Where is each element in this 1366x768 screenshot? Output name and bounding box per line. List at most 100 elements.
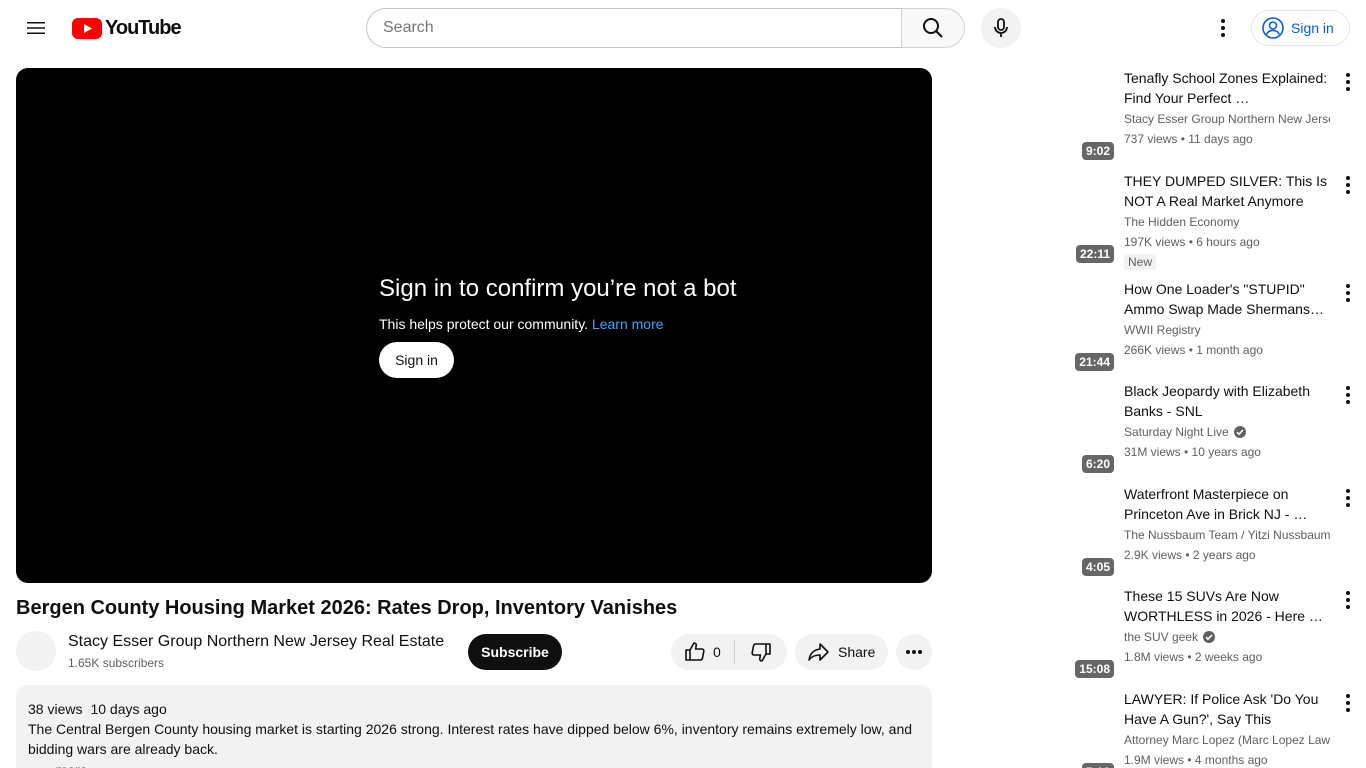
video-thumbnail[interactable]: 21:44	[1060, 279, 1116, 373]
video-details: Tenafly School Zones Explained: Find You…	[1124, 68, 1330, 149]
video-thumbnail[interactable]: 22:11	[1060, 171, 1116, 265]
video-title-link[interactable]: Tenafly School Zones Explained: Find You…	[1124, 68, 1330, 108]
description-box[interactable]: 38 views 10 days ago The Central Bergen C…	[16, 685, 932, 768]
learn-more-link[interactable]: Learn more	[592, 316, 664, 332]
channel-name-text: WWII Registry	[1124, 323, 1201, 337]
share-button[interactable]: Share	[795, 634, 888, 670]
video-thumbnail[interactable]: 7:18	[1060, 689, 1116, 768]
like-button[interactable]: 0	[671, 634, 734, 670]
channel-avatar[interactable]	[16, 631, 56, 671]
channel-name-text: Saturday Night Live	[1124, 425, 1229, 439]
video-action-menu-button[interactable]	[1336, 588, 1360, 612]
account-icon	[1262, 17, 1284, 39]
logo-text: YouTube	[105, 16, 182, 39]
video-thumbnail[interactable]: 4:05	[1060, 484, 1116, 578]
video-metadata: 31M views • 10 years ago	[1124, 445, 1261, 459]
recommended-video-item[interactable]: 6:20 Black Jeopardy with Elizabeth Banks …	[1060, 381, 1360, 476]
recommended-video-item[interactable]: 7:18 LAWYER: If Police Ask 'Do You Have A…	[1060, 689, 1360, 768]
video-thumbnail[interactable]: 15:08	[1060, 586, 1116, 680]
bot-check-subtitle: This helps protect our community. Learn …	[379, 316, 737, 332]
upload-date: 10 days ago	[90, 701, 167, 717]
description-meta: 38 views 10 days ago	[28, 699, 920, 719]
guide-menu-button[interactable]	[16, 8, 56, 48]
search-button[interactable]	[901, 8, 965, 48]
video-details: LAWYER: If Police Ask 'Do You Have A Gun…	[1124, 689, 1330, 768]
video-channel-name[interactable]: Attorney Marc Lopez (Marc Lopez Law …	[1124, 730, 1330, 750]
more-actions-button[interactable]	[896, 634, 932, 670]
share-icon	[808, 643, 829, 661]
video-channel-name[interactable]: the SUV geek	[1124, 627, 1330, 647]
recommended-video-item[interactable]: 21:44 How One Loader's "STUPID" Ammo Swap…	[1060, 279, 1360, 374]
voice-search-button[interactable]	[981, 8, 1021, 48]
channel-name[interactable]: Stacy Esser Group Northern New Jersey Re…	[68, 633, 444, 651]
video-title-link[interactable]: Waterfront Masterpiece on Princeton Ave …	[1124, 484, 1330, 524]
player-sign-in-button[interactable]: Sign in	[379, 342, 454, 378]
more-vert-icon	[1346, 386, 1350, 404]
video-channel-name[interactable]: The Hidden Economy	[1124, 212, 1330, 232]
description-more-link[interactable]: ...more	[28, 760, 920, 768]
more-vert-icon	[1346, 694, 1350, 712]
video-title-link[interactable]: These 15 SUVs Are Now WORTHLESS in 2026 …	[1124, 586, 1330, 626]
search-box	[366, 8, 902, 48]
dislike-button[interactable]	[735, 634, 787, 670]
video-player[interactable]: Sign in to confirm you’re not a bot This…	[16, 68, 932, 583]
subscribe-button[interactable]: Subscribe	[468, 634, 562, 670]
video-action-menu-button[interactable]	[1336, 173, 1360, 197]
video-title-link[interactable]: Black Jeopardy with Elizabeth Banks - SN…	[1124, 381, 1330, 421]
masthead: YouTube Sign in	[0, 0, 1366, 56]
recommended-video-item[interactable]: 22:11 THEY DUMPED SILVER: This Is NOT A R…	[1060, 171, 1360, 270]
more-vert-icon	[1346, 284, 1350, 302]
bot-check-title: Sign in to confirm you’re not a bot	[379, 275, 737, 302]
sign-in-label: Sign in	[1291, 20, 1334, 36]
more-vert-icon	[1346, 591, 1350, 609]
sign-in-button[interactable]: Sign in	[1251, 10, 1350, 46]
video-metadata: 197K views • 6 hours ago	[1124, 235, 1260, 249]
video-metadata: 2.9K views • 2 years ago	[1124, 548, 1256, 562]
video-duration: 6:20	[1081, 455, 1114, 473]
video-channel-name[interactable]: The Nussbaum Team / Yitzi Nussbaum	[1124, 525, 1330, 545]
video-action-menu-button[interactable]	[1336, 486, 1360, 510]
video-action-menu-button[interactable]	[1336, 691, 1360, 715]
like-dislike-bar: 0	[671, 634, 787, 670]
video-title-link[interactable]: LAWYER: If Police Ask 'Do You Have A Gun…	[1124, 689, 1330, 729]
bot-check-text: This helps protect our community.	[379, 316, 589, 332]
video-thumbnail[interactable]: 9:02	[1060, 68, 1116, 162]
video-title-link[interactable]: THEY DUMPED SILVER: This Is NOT A Real M…	[1124, 171, 1330, 211]
video-duration: 15:08	[1075, 660, 1114, 678]
recommended-video-item[interactable]: 4:05 Waterfront Masterpiece on Princeton …	[1060, 484, 1360, 579]
channel-name-text: Attorney Marc Lopez (Marc Lopez Law …	[1124, 733, 1330, 747]
mic-icon	[994, 18, 1008, 37]
menu-icon	[27, 22, 45, 34]
video-duration: 21:44	[1075, 353, 1114, 371]
video-duration: 22:11	[1075, 245, 1114, 263]
video-action-menu-button[interactable]	[1336, 70, 1360, 94]
video-channel-name[interactable]: WWII Registry	[1124, 320, 1330, 340]
recommended-video-item[interactable]: 15:08 These 15 SUVs Are Now WORTHLESS in …	[1060, 586, 1360, 681]
channel-name-text: The Hidden Economy	[1124, 215, 1240, 229]
video-details: THEY DUMPED SILVER: This Is NOT A Real M…	[1124, 171, 1330, 271]
search-input[interactable]	[383, 19, 902, 37]
video-metadata: 1.9M views • 4 months ago	[1124, 753, 1268, 767]
video-title-link[interactable]: How One Loader's "STUPID" Ammo Swap Made…	[1124, 279, 1330, 319]
settings-more-button[interactable]	[1203, 8, 1243, 48]
new-badge: New	[1124, 254, 1157, 270]
video-metadata: 737 views • 11 days ago	[1124, 132, 1253, 146]
more-vert-icon	[1346, 176, 1350, 194]
channel-name-text: The Nussbaum Team / Yitzi Nussbaum	[1124, 528, 1330, 542]
video-details: Waterfront Masterpiece on Princeton Ave …	[1124, 484, 1330, 565]
video-duration: 9:02	[1081, 142, 1114, 160]
recommended-video-item[interactable]: 9:02 Tenafly School Zones Explained: Find…	[1060, 68, 1360, 163]
youtube-logo[interactable]: YouTube	[72, 16, 182, 39]
video-action-menu-button[interactable]	[1336, 281, 1360, 305]
video-details: These 15 SUVs Are Now WORTHLESS in 2026 …	[1124, 586, 1330, 667]
video-action-menu-button[interactable]	[1336, 383, 1360, 407]
video-channel-name[interactable]: Saturday Night Live	[1124, 422, 1330, 442]
video-thumbnail[interactable]: 6:20	[1060, 381, 1116, 475]
verified-badge-icon	[1233, 425, 1247, 439]
bot-check-panel: Sign in to confirm you’re not a bot This…	[379, 275, 737, 378]
video-channel-name[interactable]: Stacy Esser Group Northern New Jerse…	[1124, 109, 1330, 129]
more-vert-icon	[1221, 19, 1225, 37]
more-vert-icon	[1346, 73, 1350, 91]
more-vert-icon	[1346, 489, 1350, 507]
like-count: 0	[713, 644, 721, 660]
